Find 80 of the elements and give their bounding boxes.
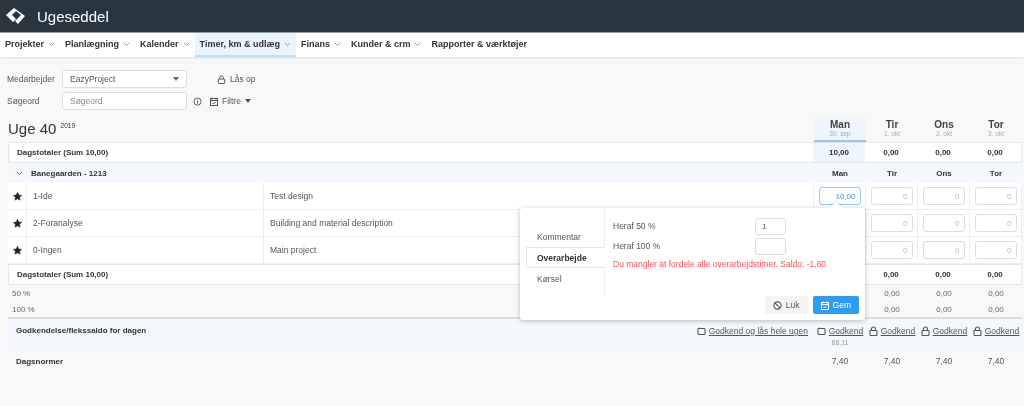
phase-text: 0-Ingen: [33, 245, 62, 255]
day-value: 0,00: [882, 270, 900, 279]
day-label: Man: [831, 168, 849, 178]
row-label: Dagsnormer: [16, 356, 64, 366]
day-value: 0,00: [882, 148, 900, 157]
week-title: Uge 40 $^{2019}$: [8, 120, 76, 137]
day-value: 0,00: [934, 148, 952, 157]
day-value: 0,00: [987, 304, 1005, 314]
padlock-icon: [868, 326, 878, 336]
day-label: Tor: [988, 168, 1004, 178]
day-value: 7,40: [986, 356, 1006, 366]
row-label: 100 %: [12, 304, 35, 314]
star-icon[interactable]: [12, 218, 22, 228]
close-button[interactable]: Luk: [764, 296, 808, 314]
day-value: 10,00: [813, 143, 865, 162]
row-label: Godkendelse/flekssaldo for dagen: [16, 326, 147, 336]
unlock-link[interactable]: Lås op: [217, 74, 256, 84]
caret-down-icon: [173, 77, 179, 81]
row-label: Dagstotaler (Sum 10,00): [17, 148, 109, 157]
padlock-icon: [217, 74, 226, 84]
overtime-input[interactable]: 1: [755, 217, 786, 235]
padlock-icon: [920, 326, 930, 336]
day-value: 7,40: [830, 356, 850, 366]
nav-menu-item[interactable]: Kalender: [135, 33, 195, 57]
calendar-check-icon: [210, 96, 218, 106]
error-message: Du mangler at fordele alle overarbejdstimer. Saldo: -1,60: [613, 259, 828, 269]
day-value: 0,00: [883, 288, 901, 298]
search-field[interactable]: Søgeord: [62, 92, 187, 110]
nav-menu-item[interactable]: Kunder & crm: [345, 33, 427, 57]
nav-menu-item[interactable]: Timer, km & udlæg: [194, 33, 296, 57]
phase-text: 2-Foranalyse: [33, 218, 83, 228]
approve-week-link[interactable]: Godkend og lås hele ugen: [696, 326, 808, 336]
day-value: 0,00: [883, 304, 901, 314]
field-label: Heraf 100 %: [613, 241, 662, 251]
chevron-down-icon[interactable]: [16, 170, 23, 176]
popup-pointer: [830, 201, 842, 213]
approve-link[interactable]: Godkend: [920, 326, 968, 336]
day-value: 0,00: [935, 304, 953, 314]
group-title: Banegaarden - 1213: [31, 168, 107, 178]
row-label: 50 %: [12, 288, 31, 298]
info-icon: [193, 96, 202, 106]
approve-link[interactable]: Godkend: [972, 326, 1020, 336]
popup-tab[interactable]: Overarbejde: [526, 247, 605, 268]
popup-tab[interactable]: Kørsel: [526, 268, 604, 289]
star-icon[interactable]: [12, 245, 22, 255]
employee-dropdown[interactable]: EazyProject: [62, 70, 187, 88]
ban-icon: [772, 300, 782, 310]
padlock-icon: [972, 326, 982, 336]
nav-menu-item[interactable]: Planlægning: [60, 33, 136, 57]
nav-menu-item[interactable]: Finans: [295, 33, 346, 57]
description-text: Main project: [270, 245, 317, 255]
description-text: Building and material description: [270, 218, 393, 228]
nav-menu-item[interactable]: Rapporter & værktøjer: [426, 33, 532, 57]
day-value: 0,00: [935, 288, 953, 298]
caret-down-icon: [244, 99, 251, 103]
field-label: Søgeord: [7, 96, 41, 106]
hours-input[interactable]: 10,00: [818, 187, 861, 205]
day-label: Ons: [935, 168, 953, 178]
page-title: Ugeseddel: [37, 7, 109, 25]
star-icon[interactable]: [12, 191, 22, 201]
day-value: 0,00: [986, 270, 1004, 279]
logo-icon: [5, 7, 25, 25]
calendar-check-icon: [820, 300, 829, 310]
day-value: 0,00: [987, 288, 1005, 298]
day-value: 7,40: [934, 356, 954, 366]
day-value: 0,00: [934, 270, 952, 279]
overtime-input[interactable]: [755, 237, 786, 255]
day-label: Tir: [885, 168, 899, 178]
filter-button[interactable]: Filtre: [210, 96, 251, 106]
day-value: 0,00: [986, 148, 1004, 157]
phase-text: 1-Ide: [33, 191, 53, 201]
row-label: Dagstotaler (Sum 10,00): [17, 270, 109, 279]
field-label: Heraf 50 %: [613, 221, 657, 231]
popup-tab[interactable]: Kommentar: [526, 226, 604, 247]
approve-link[interactable]: Godkend: [868, 326, 916, 336]
approve-link[interactable]: Godkend: [816, 326, 864, 336]
field-label: Medarbejder: [7, 74, 56, 84]
nav-menu-item[interactable]: Projekter: [0, 33, 61, 57]
day-value: 7,40: [882, 356, 902, 366]
description-text: Test design: [270, 191, 313, 201]
